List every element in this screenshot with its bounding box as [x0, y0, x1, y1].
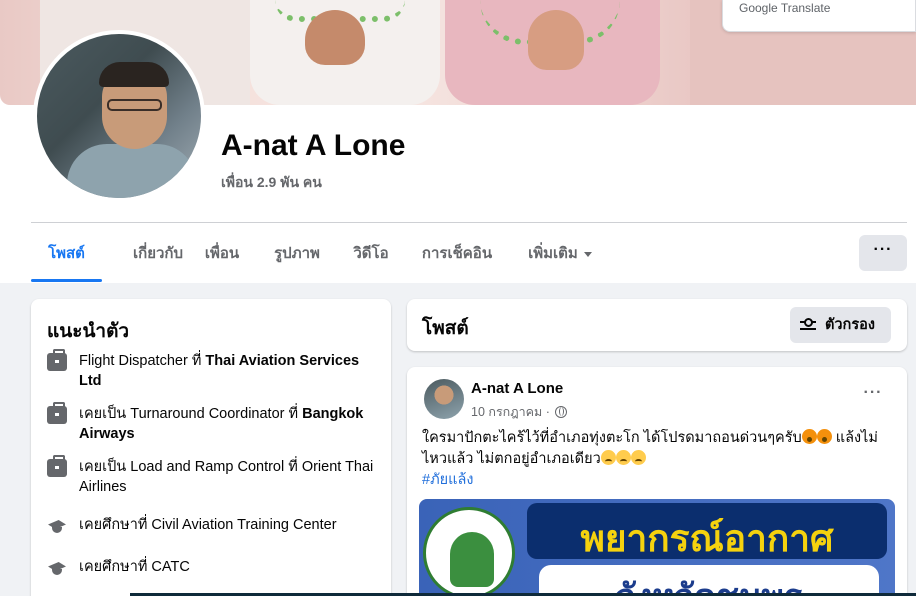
- disappointed-emoji-icon: [630, 450, 646, 465]
- profile-more-button[interactable]: ···: [859, 235, 907, 271]
- briefcase-icon: [47, 455, 67, 477]
- post-image[interactable]: พยากรณ์อากาศ จังหวัดชุมพร: [419, 499, 895, 596]
- graduation-cap-icon: [47, 559, 67, 577]
- meta-separator: ·: [545, 405, 550, 419]
- post-options-button[interactable]: ···: [859, 384, 887, 408]
- tab-videos[interactable]: วิดีโอ: [352, 236, 390, 282]
- header-divider: [31, 222, 907, 223]
- tab-friends[interactable]: เพื่อน: [202, 236, 242, 282]
- profile-name: A-nat A Lone: [221, 129, 406, 162]
- disappointed-emoji-icon: [615, 450, 631, 465]
- intro-card: แนะนำตัว Flight Dispatcher ที่ Thai Avia…: [31, 299, 391, 596]
- friends-count[interactable]: เพื่อน 2.9 พัน คน: [221, 172, 322, 194]
- astonished-emoji-icon: [816, 429, 832, 444]
- tab-about[interactable]: เกี่ยวกับ: [115, 236, 201, 282]
- filter-icon: [800, 318, 818, 332]
- image-subline: จังหวัดชุมพร: [539, 565, 879, 596]
- image-headline: พยากรณ์อากาศ: [527, 503, 887, 559]
- astonished-emoji-icon: [801, 429, 817, 444]
- post-date[interactable]: 10 กรกฎาคม: [471, 405, 542, 419]
- post-text: ใครมาปักตะไคร้ไว้ที่อำเภอทุ่งตะโก ได้โปร…: [422, 429, 878, 467]
- post-hashtag[interactable]: #ภัยแล้ง: [422, 468, 473, 491]
- profile-avatar[interactable]: [33, 30, 205, 202]
- post-author-name[interactable]: A-nat A Lone: [471, 380, 563, 397]
- intro-title: แนะนำตัว: [47, 321, 130, 342]
- caret-down-icon: [583, 251, 592, 257]
- post-card: A-nat A Lone 10 กรกฎาคม · ··· ใครมาปักตะ…: [407, 367, 907, 596]
- posts-title: โพสต์: [422, 318, 469, 339]
- meteorological-department-seal: [423, 507, 515, 596]
- post-author-avatar[interactable]: [424, 379, 464, 419]
- posts-header-card: โพสต์ ตัวกรอง: [407, 299, 907, 351]
- tab-photos[interactable]: รูปภาพ: [271, 236, 323, 282]
- post-meta: 10 กรกฎาคม ·: [471, 402, 568, 422]
- briefcase-icon: [47, 402, 67, 424]
- disappointed-emoji-icon: [600, 450, 616, 465]
- tab-checkins[interactable]: การเช็คอิน: [419, 236, 495, 282]
- globe-icon: [555, 406, 568, 418]
- google-translate-widget[interactable]: Google Translate: [722, 0, 916, 32]
- graduation-cap-icon: [47, 517, 67, 535]
- tab-posts[interactable]: โพสต์: [31, 236, 102, 282]
- tab-more[interactable]: เพิ่มเติม: [523, 236, 597, 282]
- filter-label: ตัวกรอง: [825, 317, 875, 333]
- briefcase-icon: [47, 349, 67, 371]
- google-translate-label: Google Translate: [739, 1, 831, 15]
- filter-button[interactable]: ตัวกรอง: [790, 307, 891, 343]
